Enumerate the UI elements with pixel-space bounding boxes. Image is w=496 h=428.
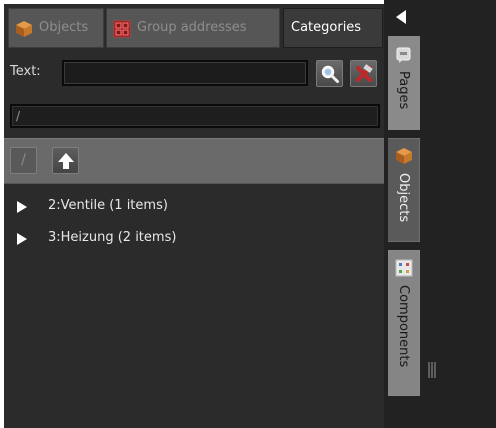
expand-triangle-icon[interactable] — [16, 200, 28, 214]
components-icon — [395, 259, 413, 277]
box-icon — [16, 21, 32, 37]
tab-categories[interactable]: Categories — [283, 8, 383, 48]
side-tab-objects[interactable]: Objects — [388, 138, 420, 242]
side-tab-components-label: Components — [396, 285, 411, 368]
tab-objects-label: Objects — [39, 20, 89, 35]
grid-icon — [113, 20, 131, 38]
up-button[interactable] — [52, 147, 79, 174]
expand-triangle-icon[interactable] — [16, 232, 28, 246]
category-item[interactable]: 2:Ventile (1 items) — [4, 194, 384, 218]
clear-search-button[interactable] — [350, 60, 377, 87]
tab-categories-label: Categories — [291, 20, 362, 35]
box-icon — [396, 148, 412, 164]
search-input[interactable] — [62, 60, 308, 86]
tab-objects[interactable]: Objects — [8, 8, 104, 48]
resize-grip-icon[interactable] — [428, 362, 436, 378]
category-label: 2:Ventile (1 items) — [48, 198, 168, 213]
side-panel: Pages Objects Components — [384, 0, 496, 428]
page-icon — [396, 47, 411, 63]
categories-panel: Objects Group addresses Categories Text: — [4, 4, 384, 428]
side-tab-objects-label: Objects — [396, 173, 411, 223]
path-field[interactable]: / — [10, 104, 380, 128]
search-label: Text: — [10, 64, 41, 79]
tab-group-addresses-label: Group addresses — [137, 20, 247, 35]
side-tab-components[interactable]: Components — [388, 250, 420, 396]
navigation-toolbar: / — [4, 138, 384, 184]
collapse-arrow-icon[interactable] — [396, 10, 406, 24]
tab-group-addresses[interactable]: Group addresses — [106, 8, 280, 48]
search-button[interactable] — [316, 60, 343, 87]
category-item[interactable]: 3:Heizung (2 items) — [4, 226, 384, 250]
side-tab-pages[interactable]: Pages — [388, 36, 420, 130]
search-icon — [321, 65, 339, 83]
category-label: 3:Heizung (2 items) — [48, 230, 177, 245]
side-tab-pages-label: Pages — [396, 71, 411, 110]
clear-icon — [356, 64, 373, 82]
root-button[interactable]: / — [10, 147, 37, 174]
up-arrow-icon — [58, 153, 74, 169]
